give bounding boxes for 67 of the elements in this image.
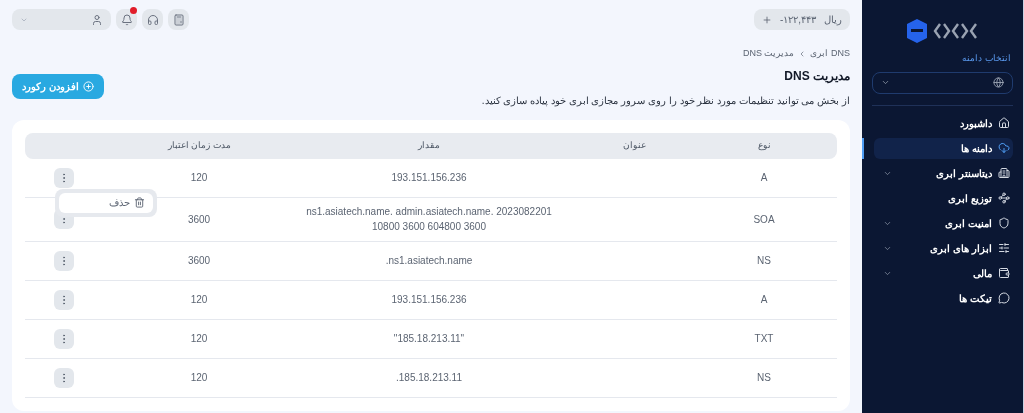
more-button[interactable] xyxy=(54,289,74,310)
calculator-icon xyxy=(172,13,185,26)
user-icon xyxy=(91,13,103,26)
user-menu[interactable] xyxy=(12,9,111,30)
globe-icon xyxy=(993,77,1004,88)
more-button[interactable] xyxy=(54,250,74,271)
value-cell-text: ns1.asiatech.name. xyxy=(384,254,474,268)
balance-text: -۱۲۲,۴۴۳ xyxy=(779,13,816,27)
logo-icon xyxy=(905,18,980,44)
nav-item[interactable]: دیتاسنتر ابری xyxy=(874,162,1013,184)
type-cell-text: NS xyxy=(757,254,771,268)
headset-icon xyxy=(146,13,159,26)
plus-icon xyxy=(761,14,772,25)
domain-label: انتخاب دامنه xyxy=(961,52,1012,65)
value-cell-text: 193.151.156.236 xyxy=(390,171,468,185)
more-button[interactable] xyxy=(54,167,74,188)
breadcrumb-current: مدیریت DNS xyxy=(742,47,795,60)
value-cell-text: "185.18.213.11" xyxy=(392,332,466,346)
column-header: مدت زمان اعتبار xyxy=(167,138,231,152)
house-icon xyxy=(998,117,1010,129)
calculator-button[interactable] xyxy=(168,9,189,30)
type-cell-text: A xyxy=(760,171,768,185)
nav-item[interactable]: ابزار های ابری xyxy=(874,237,1013,259)
chevron-icon xyxy=(881,78,890,87)
type-cell-text: NS xyxy=(757,371,771,385)
ttl-cell-text: 120 xyxy=(190,371,208,385)
ttl-cell-text: 120 xyxy=(190,171,208,185)
nav-item[interactable]: مالی xyxy=(874,262,1013,284)
page-title: مدیریت DNS xyxy=(783,67,850,85)
domain-select[interactable] xyxy=(872,71,1013,94)
nav-item[interactable]: امنیت ابری xyxy=(874,212,1013,234)
value-cell-text: 185.18.213.11. xyxy=(395,371,463,385)
delete-menu-item[interactable]: حذف xyxy=(59,192,153,213)
column-header: مقدار xyxy=(418,138,440,152)
nav-item[interactable]: دامنه ها xyxy=(874,137,1013,159)
nav-item[interactable]: توزیع ابری xyxy=(874,187,1013,209)
more-button[interactable] xyxy=(54,328,74,349)
wallet-icon xyxy=(998,267,1010,279)
cloud-icon xyxy=(998,142,1010,154)
breadcrumb-link[interactable]: DNS ابری xyxy=(810,47,850,61)
bell-icon xyxy=(120,13,133,26)
more-button[interactable] xyxy=(54,367,74,388)
plus-circle-icon xyxy=(82,80,94,92)
type-cell-text: TXT xyxy=(754,332,774,346)
type-cell-text: A xyxy=(760,293,768,307)
type-cell-text: SOA xyxy=(753,212,775,227)
ttl-cell-text: 3600 xyxy=(187,254,211,268)
column-header: نوع xyxy=(757,138,771,153)
value-cell-text: 193.151.156.236 xyxy=(390,293,468,307)
currency-text: ریال xyxy=(824,13,842,27)
nav-item[interactable]: تیکت ها xyxy=(874,287,1013,309)
building-icon xyxy=(998,167,1010,179)
column-header: عنوان xyxy=(622,138,646,152)
shield-icon xyxy=(998,217,1010,229)
chat-icon xyxy=(998,292,1010,304)
trash-icon xyxy=(134,197,145,208)
network-icon xyxy=(998,192,1010,204)
ttl-cell-text: 120 xyxy=(190,332,208,346)
sliders-icon xyxy=(998,242,1010,254)
ttl-cell-text: 120 xyxy=(190,293,208,307)
notifications-button[interactable] xyxy=(116,9,137,30)
nav-item[interactable]: داشبورد xyxy=(874,112,1013,134)
page-description: از بخش می توانید تنظیمات مورد نظر خود را روی سرور مجازی ابری خود پیاده سازی کنید. xyxy=(481,93,850,108)
value-cell-text: ns1.asiatech.name. admin.asiatech.name. 2023082201 10800 3600 604800 3600 xyxy=(305,205,553,234)
ttl-cell-text: 3600 xyxy=(187,212,211,227)
balance-chip[interactable]: ریال -۱۲۲,۴۴۳ xyxy=(753,9,850,30)
support-button[interactable] xyxy=(142,9,163,30)
